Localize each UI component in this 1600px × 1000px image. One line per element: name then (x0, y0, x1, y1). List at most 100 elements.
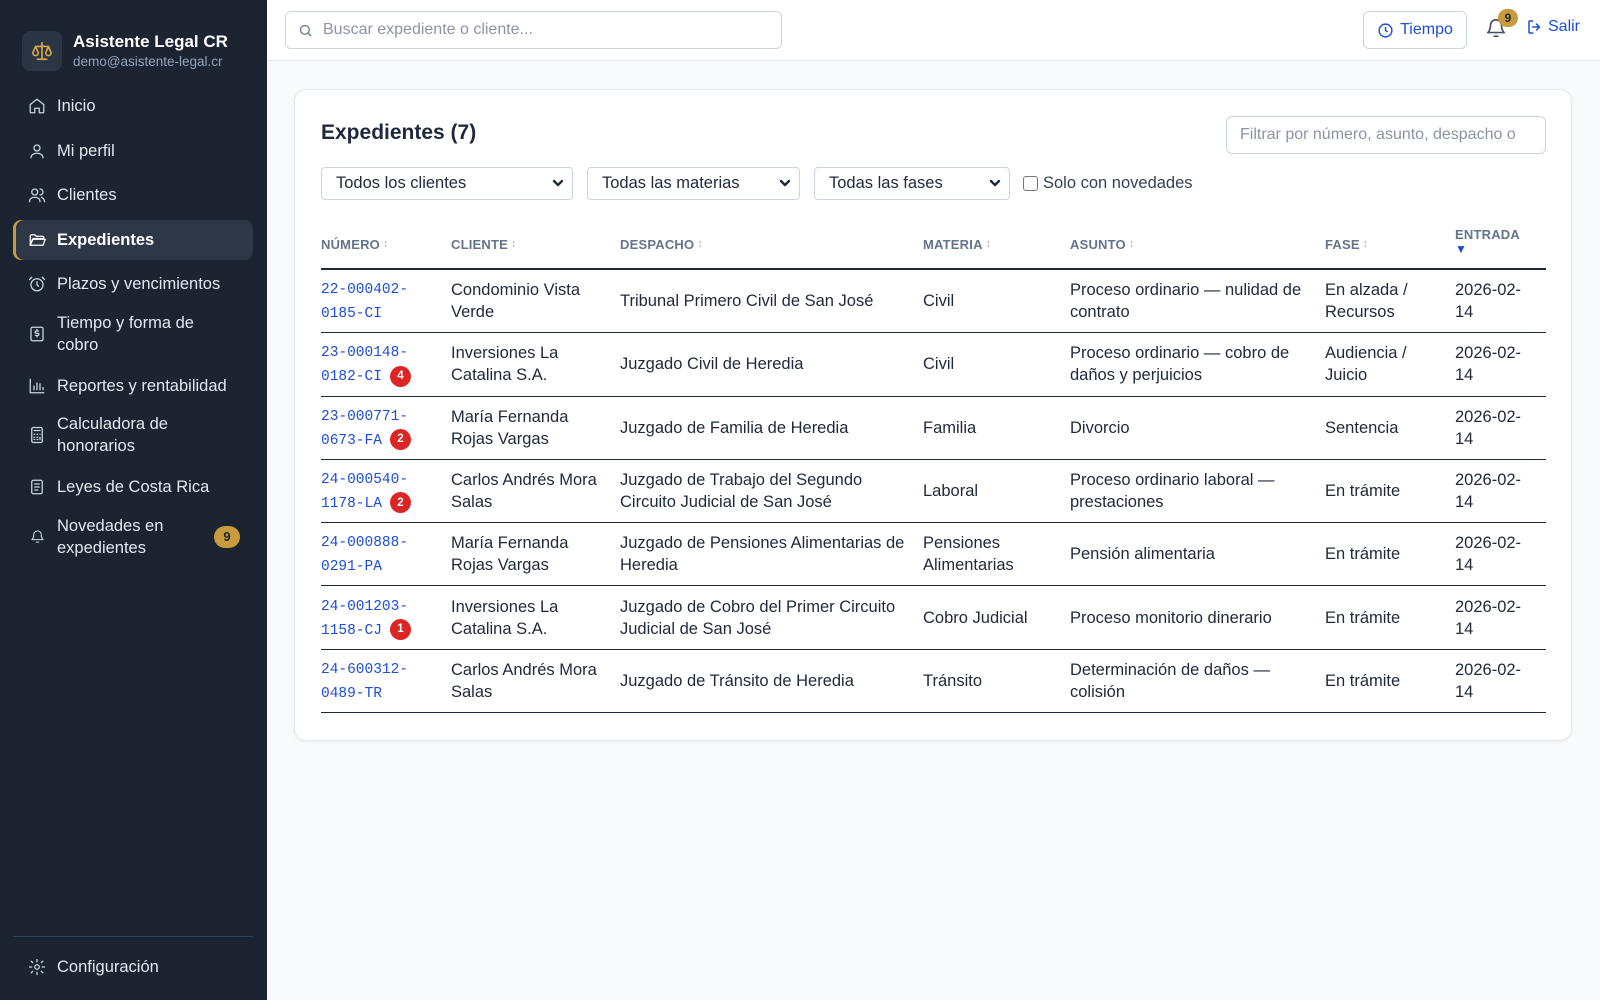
filter-input[interactable] (1226, 116, 1546, 154)
sort-icon: ↕ (1362, 238, 1369, 250)
phase-select-value: Todas las fases (829, 174, 943, 192)
column-header-despacho[interactable]: DESPACHO ↕ (620, 237, 923, 252)
search-input[interactable] (323, 21, 763, 39)
cell-asunto: Proceso ordinario — cobro de daños y per… (1070, 344, 1290, 385)
chevron-down-icon (551, 176, 565, 190)
cell-despacho: Juzgado de Cobro del Primer Circuito Jud… (620, 597, 896, 638)
sidebar-nav: Inicio Mi perfil Clientes Expedientes Pl… (13, 86, 253, 569)
sidebar-item-tiempo-cobro[interactable]: Tiempo y forma de cobro (13, 309, 253, 359)
sidebar-item-label: Clientes (57, 186, 117, 204)
notifications-badge: 9 (1498, 9, 1518, 27)
home-icon (27, 96, 47, 116)
phase-select[interactable]: Todas las fases (814, 167, 1010, 200)
sidebar-item-label: Novedades en expedientes (57, 516, 164, 557)
column-header-numero[interactable]: NÚMERO ↕ (321, 237, 451, 252)
cell-materia: Laboral (923, 482, 979, 501)
novedades-count-badge: 9 (214, 525, 240, 548)
cell-entrada: 2026-02-14 (1455, 471, 1522, 512)
cell-asunto: Proceso ordinario — nulidad de contrato (1070, 281, 1302, 322)
sidebar-item-inicio[interactable]: Inicio (13, 86, 253, 126)
sidebar-item-mi-perfil[interactable]: Mi perfil (13, 131, 253, 171)
sidebar-item-label: Inicio (57, 97, 96, 115)
cell-despacho: Juzgado de Trabajo del Segundo Circuito … (620, 471, 863, 512)
sidebar-item-leyes[interactable]: Leyes de Costa Rica (13, 467, 253, 507)
sidebar-item-label: Mi perfil (57, 141, 115, 160)
sidebar-item-label: Reportes y rentabilidad (57, 376, 227, 395)
table-row[interactable]: 23-000771-0673-FA 2 María Fernanda Rojas V… (321, 397, 1546, 460)
cell-numero: 23-000771-0673-FA 2 (321, 404, 451, 452)
column-header-materia[interactable]: MATERIA ↕ (923, 237, 1070, 252)
sidebar-item-novedades[interactable]: Novedades en expedientes 9 (13, 512, 253, 562)
sidebar-item-expedientes[interactable]: Expedientes (13, 219, 253, 260)
cell-numero: 24-600312-0489-TR (321, 657, 451, 705)
cell-asunto: Proceso monitorio dinerario (1070, 608, 1272, 627)
cell-numero: 22-000402-0185-CI (321, 277, 451, 325)
expedientes-table: NÚMERO ↕ CLIENTE ↕ DESPACHO ↕ MATERIA ↕ ASUN… (321, 220, 1546, 714)
clock-icon (1378, 22, 1393, 38)
cell-materia: Civil (923, 355, 955, 374)
sort-icon: ↕ (697, 238, 704, 250)
table-row[interactable]: 24-000540-1178-LA 2 Carlos Andrés Mora Sal… (321, 460, 1546, 524)
cell-materia: Civil (923, 292, 955, 311)
table-row[interactable]: 22-000402-0185-CI Condominio Vista Verde T… (321, 270, 1546, 334)
cell-cliente: María Fernanda Rojas Vargas (451, 407, 569, 448)
column-header-asunto[interactable]: ASUNTO ↕ (1070, 237, 1325, 252)
column-header-fase[interactable]: FASE ↕ (1325, 237, 1455, 252)
subject-select[interactable]: Todas las materias (587, 167, 800, 200)
expediente-link[interactable]: 24-000888-0291-PA (321, 535, 408, 575)
sidebar-item-reportes[interactable]: Reportes y rentabilidad (13, 366, 253, 406)
cell-entrada: 2026-02-14 (1455, 534, 1522, 575)
cell-despacho: Tribunal Primero Civil de San José (620, 292, 874, 311)
cell-entrada: 2026-02-14 (1455, 407, 1522, 448)
cell-asunto: Proceso ordinario laboral — prestaciones (1070, 471, 1275, 512)
sidebar-item-label: Tiempo y forma de cobro (57, 313, 194, 354)
filter-bar: Todos los clientes Todas las materias To… (321, 167, 1193, 200)
cell-cliente: Carlos Andrés Mora Salas (451, 660, 597, 701)
sidebar-item-clientes[interactable]: Clientes (13, 175, 253, 215)
cell-materia: Familia (923, 418, 977, 437)
cell-fase: En trámite (1325, 482, 1401, 501)
column-header-cliente[interactable]: CLIENTE ↕ (451, 237, 620, 252)
cell-despacho: Juzgado Civil de Heredia (620, 355, 804, 374)
expedientes-card: Expedientes (7) Todos los clientes Todas… (294, 89, 1572, 741)
novedades-badge: 4 (389, 365, 411, 387)
only-news-filter[interactable]: Solo con novedades (1023, 174, 1193, 193)
search-box[interactable] (285, 11, 782, 49)
cell-asunto: Determinación de daños — colisión (1070, 660, 1270, 701)
cell-materia: Tránsito (923, 671, 982, 690)
expediente-link[interactable]: 22-000402-0185-CI (321, 282, 408, 322)
client-select[interactable]: Todos los clientes (321, 167, 573, 200)
folder-open-icon (27, 230, 47, 250)
cell-fase: En trámite (1325, 545, 1401, 564)
sidebar-item-configuracion[interactable]: Configuración (13, 947, 253, 987)
brand-email: demo@asistente-legal.cr (73, 53, 223, 69)
alarm-clock-icon (27, 274, 47, 294)
cell-entrada: 2026-02-14 (1455, 597, 1522, 638)
sidebar-item-calculadora[interactable]: Calculadora de honorarios (13, 410, 253, 460)
table-row[interactable]: 24-600312-0489-TR Carlos Andrés Mora Sala… (321, 650, 1546, 714)
only-news-checkbox[interactable] (1023, 176, 1038, 191)
sidebar-item-plazos[interactable]: Plazos y vencimientos (13, 264, 253, 304)
sidebar: Asistente Legal CR demo@asistente-legal.… (0, 0, 267, 1000)
cell-fase: Audiencia / Juicio (1325, 344, 1407, 385)
sidebar-item-label: Leyes de Costa Rica (57, 478, 210, 496)
table-row[interactable]: 24-000888-0291-PA María Fernanda Rojas Va… (321, 523, 1546, 587)
novedades-badge: 1 (389, 618, 411, 640)
table-row[interactable]: 23-000148-0182-CI 4 Inversiones La Catalin… (321, 333, 1546, 397)
cell-entrada: 2026-02-14 (1455, 281, 1522, 322)
sort-icon: ↕ (985, 238, 992, 250)
cell-fase: En trámite (1325, 608, 1401, 627)
column-header-entrada[interactable]: ENTRADA ▼ (1455, 227, 1546, 256)
cell-numero: 23-000148-0182-CI 4 (321, 340, 451, 388)
logout-link[interactable]: Salir (1526, 18, 1580, 36)
sort-icon: ↕ (1128, 238, 1135, 250)
cell-entrada: 2026-02-14 (1455, 660, 1522, 701)
time-button[interactable]: Tiempo (1363, 11, 1467, 49)
chevron-down-icon (778, 176, 792, 190)
page-title: Expedientes (7) (321, 121, 477, 144)
cell-fase: Sentencia (1325, 418, 1399, 437)
logout-label: Salir (1548, 18, 1581, 35)
calculator-icon (27, 425, 47, 445)
table-row[interactable]: 24-001203-1158-CJ 1 Inversiones La Catalin… (321, 586, 1546, 650)
expediente-link[interactable]: 24-600312-0489-TR (321, 662, 408, 702)
